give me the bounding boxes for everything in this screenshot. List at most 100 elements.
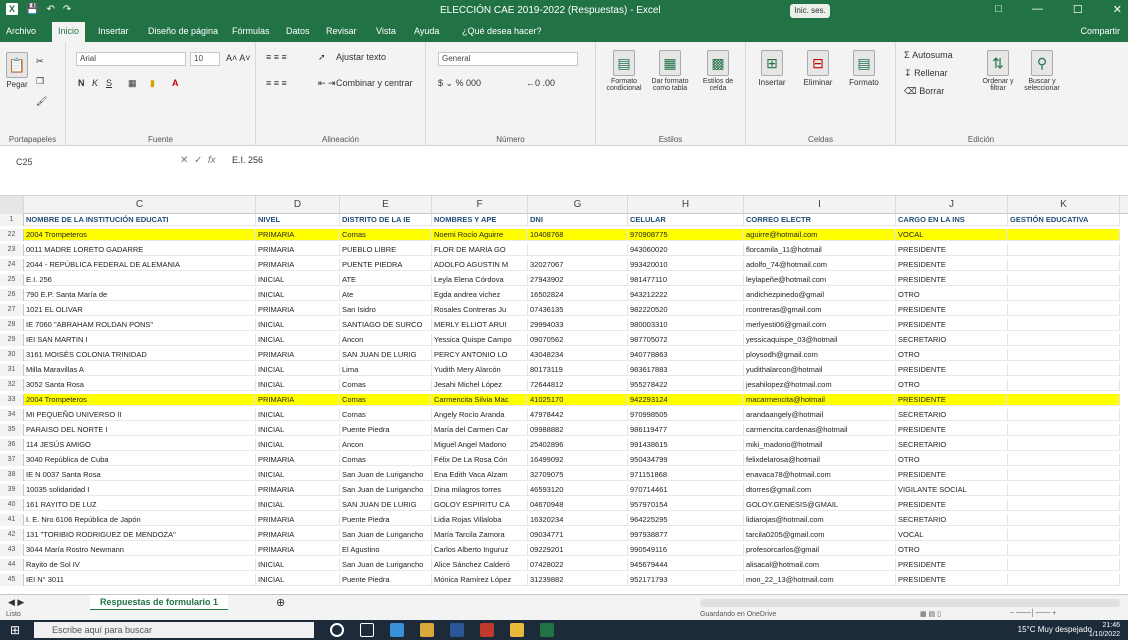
cell-level[interactable]: PRIMARIA	[256, 394, 340, 406]
insert-cells-button[interactable]: ⊞ Insertar	[752, 50, 792, 87]
cell-name[interactable]: Mónica Ramírez López	[432, 574, 528, 586]
row-number[interactable]: 33	[0, 394, 24, 406]
cell-dni[interactable]: 43048234	[528, 349, 628, 361]
cell-role[interactable]: PRESIDENTE	[896, 274, 1008, 286]
sign-in-button[interactable]: Inic. ses.	[790, 4, 830, 18]
tell-me-search[interactable]: ¿Qué desea hacer?	[462, 26, 542, 36]
cell-level[interactable]: PRIMARIA	[256, 259, 340, 271]
cell-email[interactable]: tarcila0205@gmail.com	[744, 529, 896, 541]
ribbon-display-icon[interactable]: □	[995, 3, 1002, 16]
cell-district[interactable]: San Juan de Lurigancho	[340, 484, 432, 496]
cell-name[interactable]: Angely Rocío Aranda	[432, 409, 528, 421]
cell-phone[interactable]: 964225295	[628, 514, 744, 526]
cell-dni[interactable]	[528, 244, 628, 256]
number-format-select[interactable]: General	[438, 52, 578, 66]
cell-management[interactable]	[1008, 469, 1120, 481]
cell-name[interactable]: Félix De La Rosa Cón	[432, 454, 528, 466]
find-select-button[interactable]: ⚲ Buscar y seleccionar	[1020, 50, 1064, 92]
header-cell-name[interactable]: NOMBRES Y APE	[432, 214, 528, 226]
header-cell-district[interactable]: DISTRITO DE LA IE	[340, 214, 432, 226]
cell-management[interactable]	[1008, 424, 1120, 436]
cell-name[interactable]: Ena Edith Vaca Alzam	[432, 469, 528, 481]
column-header-f[interactable]: F	[432, 196, 528, 214]
row-number[interactable]: 24	[0, 259, 24, 271]
cell-level[interactable]: INICIAL	[256, 469, 340, 481]
font-grow-icon[interactable]: A˄ A˅	[226, 53, 251, 63]
cell-email[interactable]: rcontreras@gmail.com	[744, 304, 896, 316]
share-button[interactable]: Compartir	[1080, 26, 1120, 36]
row-number[interactable]: 32	[0, 379, 24, 391]
decimal-icon[interactable]: ←0 .00	[526, 78, 555, 88]
taskbar-search[interactable]: Escribe aquí para buscar	[34, 622, 314, 638]
cell-management[interactable]	[1008, 499, 1120, 511]
cell-management[interactable]	[1008, 364, 1120, 376]
cell-dni[interactable]: 07428022	[528, 559, 628, 571]
fill-color-icon[interactable]: ▮	[150, 78, 155, 89]
cell-dni[interactable]: 04670948	[528, 499, 628, 511]
cell-role[interactable]: SECRETARIO	[896, 439, 1008, 451]
cell-name[interactable]: Noemi Rocío Aguirre	[432, 229, 528, 241]
cell-name[interactable]: Alice Sánchez Calderó	[432, 559, 528, 571]
tab-vista[interactable]: Vista	[376, 26, 396, 36]
clear-button[interactable]: ⌫ Borrar	[904, 86, 944, 97]
format-cells-button[interactable]: ▤ Formato	[844, 50, 884, 87]
cell-role[interactable]: VOCAL	[896, 229, 1008, 241]
cell-dni[interactable]: 25402896	[528, 439, 628, 451]
cell-institution[interactable]: IE N 0037 Santa Rosa	[24, 469, 256, 481]
align-top-icon[interactable]: ≡ ≡ ≡	[266, 52, 287, 62]
cell-role[interactable]: PRESIDENTE	[896, 394, 1008, 406]
cell-role[interactable]: PRESIDENTE	[896, 574, 1008, 586]
undo-icon[interactable]: ↶	[46, 4, 54, 15]
cell-phone[interactable]: 997938877	[628, 529, 744, 541]
cell-level[interactable]: PRIMARIA	[256, 514, 340, 526]
sheet-nav-icon[interactable]: ◀ ▶	[8, 597, 24, 608]
cell-institution[interactable]: PARAISO DEL NORTE I	[24, 424, 256, 436]
cell-phone[interactable]: 943060020	[628, 244, 744, 256]
cell-district[interactable]: ATE	[340, 274, 432, 286]
maximize-icon[interactable]: ☐	[1073, 3, 1083, 16]
cell-level[interactable]: INICIAL	[256, 379, 340, 391]
cell-institution[interactable]: Rayito de Sol IV	[24, 559, 256, 571]
select-all-corner[interactable]	[0, 196, 24, 214]
copy-icon[interactable]: ❐	[36, 76, 44, 87]
cell-role[interactable]: OTRO	[896, 454, 1008, 466]
tab-ayuda[interactable]: Ayuda	[414, 26, 439, 36]
cell-phone[interactable]: 942293124	[628, 394, 744, 406]
cell-name[interactable]: Carmencita Silvia Mac	[432, 394, 528, 406]
cell-level[interactable]: INICIAL	[256, 289, 340, 301]
tab-inicio[interactable]: Inicio	[52, 22, 86, 42]
file-explorer-icon[interactable]	[420, 623, 434, 637]
header-cell-management[interactable]: GESTIÓN EDUCATIVA	[1008, 214, 1120, 226]
cell-institution[interactable]: 1021 EL OLIVAR	[24, 304, 256, 316]
cell-email[interactable]: carmencita.cardenas@hotmail	[744, 424, 896, 436]
cell-level[interactable]: INICIAL	[256, 334, 340, 346]
cell-institution[interactable]: E.I. 256	[24, 274, 256, 286]
cell-level[interactable]: INICIAL	[256, 499, 340, 511]
row-number[interactable]: 39	[0, 484, 24, 496]
cell-name[interactable]: Yessica Quispe Campo	[432, 334, 528, 346]
cell-management[interactable]	[1008, 439, 1120, 451]
cell-role[interactable]: PRESIDENTE	[896, 259, 1008, 271]
name-box[interactable]: C25	[16, 154, 96, 170]
header-cell-email[interactable]: CORREO ELECTR	[744, 214, 896, 226]
cell-management[interactable]	[1008, 394, 1120, 406]
row-number[interactable]: 36	[0, 439, 24, 451]
cell-level[interactable]: PRIMARIA	[256, 529, 340, 541]
cell-institution[interactable]: IEI SAN MARTIN I	[24, 334, 256, 346]
cell-phone[interactable]: 957970154	[628, 499, 744, 511]
cell-phone[interactable]: 983617883	[628, 364, 744, 376]
cell-institution[interactable]: IEI N° 3011	[24, 574, 256, 586]
cell-dni[interactable]: 09229201	[528, 544, 628, 556]
row-number[interactable]: 42	[0, 529, 24, 541]
cell-institution[interactable]: 3052 Santa Rosa	[24, 379, 256, 391]
cell-role[interactable]: SECRETARIO	[896, 334, 1008, 346]
cell-district[interactable]: Ancon	[340, 439, 432, 451]
wrap-text-button[interactable]: Ajustar texto	[336, 52, 386, 62]
cell-level[interactable]: INICIAL	[256, 559, 340, 571]
header-cell-phone[interactable]: CELULAR	[628, 214, 744, 226]
header-cell-level[interactable]: NIVEL	[256, 214, 340, 226]
task-view-icon[interactable]	[360, 623, 374, 637]
cell-institution[interactable]: 0011 MADRE LORETO GADARRE	[24, 244, 256, 256]
cell-phone[interactable]: 981477110	[628, 274, 744, 286]
cell-management[interactable]	[1008, 529, 1120, 541]
